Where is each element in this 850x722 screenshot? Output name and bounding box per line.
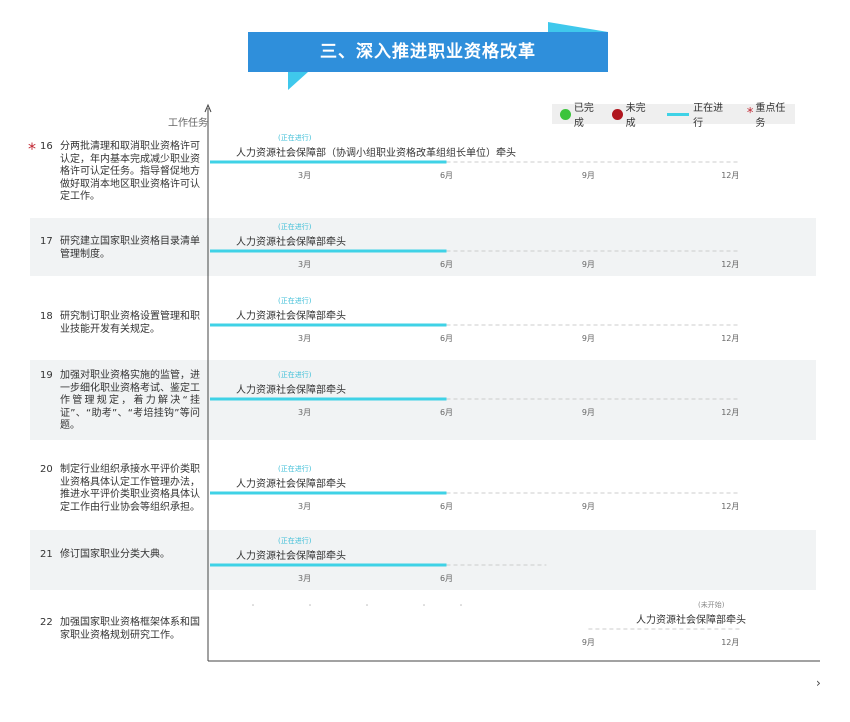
progress-bar xyxy=(210,397,447,401)
progress-bar xyxy=(210,563,447,567)
placeholder-dot xyxy=(366,604,368,606)
progress-bar xyxy=(210,323,447,327)
placeholder-dot xyxy=(252,604,254,606)
placeholder-dot xyxy=(309,604,311,606)
progress-bar xyxy=(210,249,447,253)
next-page-arrow-icon[interactable]: › xyxy=(816,676,821,690)
placeholder-dot xyxy=(460,604,462,606)
gantt-chart xyxy=(204,103,820,662)
progress-bar xyxy=(210,491,447,495)
progress-bar xyxy=(210,160,447,164)
placeholder-dot xyxy=(423,604,425,606)
